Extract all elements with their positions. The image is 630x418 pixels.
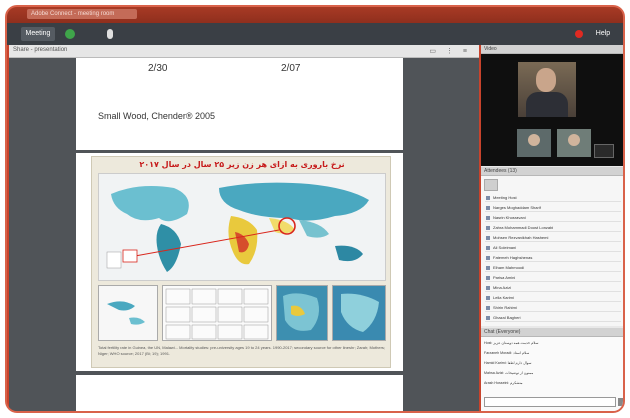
meeting-menu-button[interactable]: Meeting: [21, 27, 55, 41]
webcam-icon[interactable]: [65, 29, 75, 39]
participant-video-2[interactable]: [557, 129, 591, 157]
attendee-item[interactable]: Meeting Host: [485, 194, 621, 202]
attendee-item[interactable]: Elham Mahmoodi: [485, 264, 621, 272]
slide-reference: Small Wood, Chender® 2005: [98, 111, 216, 121]
slide-number-2: 2/07: [281, 63, 301, 74]
inset-map-caribbean: [98, 285, 158, 341]
pod-options-icon[interactable]: ▭ ⋮ ≡: [429, 47, 471, 55]
map-insets: [98, 285, 386, 341]
attendee-item[interactable]: Mohsen Rezvanikhah Hashemi: [485, 234, 621, 242]
video-pod-header: Video: [481, 45, 623, 54]
slide-title: نرخ باروری به ازای هر زن زیر ۲۵ سال در س…: [139, 160, 345, 169]
current-slide: نرخ باروری به ازای هر زن زیر ۲۵ سال در س…: [76, 153, 403, 371]
help-button[interactable]: Help: [593, 27, 613, 41]
chat-message: Arash Hosseini: متشکرم: [484, 381, 523, 385]
attendee-item[interactable]: Ghazal Bagheri: [485, 314, 621, 322]
presenter-body: [526, 92, 568, 117]
attendees-list: Meeting Host Narges Moghaddam Sharif Nas…: [481, 176, 623, 326]
share-pod: Share - presentation ▭ ⋮ ≡ 2/30 2/07 Sma…: [9, 45, 479, 411]
attendee-item[interactable]: Mina Azizi: [485, 284, 621, 292]
world-map-image: [98, 173, 386, 281]
next-slide: [76, 375, 403, 411]
chat-pod: Host: سلام خدمت همه دوستان عزیز Farzaneh…: [481, 337, 623, 411]
app-window: Adobe Connect - meeting room Meeting Hel…: [5, 5, 625, 413]
chat-message: Mahsa Azizi: ممنون از توضیحات: [484, 371, 534, 375]
microphone-icon[interactable]: [107, 29, 113, 39]
participant-face: [528, 134, 540, 146]
participant-video-1[interactable]: [517, 129, 551, 157]
presenter-face: [536, 68, 556, 92]
attendee-item[interactable]: Narges Moghaddam Sharif: [485, 204, 621, 212]
attendee-item[interactable]: Nasrin Khosravani: [485, 214, 621, 222]
attendee-tools-icon[interactable]: [484, 179, 498, 191]
attendee-item[interactable]: Fatemeh Haghshenas: [485, 254, 621, 262]
participant-video-3[interactable]: [594, 144, 614, 158]
right-column: Video Attendees (13) Meeting Host Narges…: [481, 45, 623, 411]
inset-map-grid: [162, 285, 272, 341]
attendee-item[interactable]: Zahra Mohammadi Doost Lonzabi: [485, 224, 621, 232]
record-icon[interactable]: [575, 30, 583, 38]
inset-map-europe: [276, 285, 328, 341]
title-bar: Adobe Connect - meeting room: [7, 7, 623, 23]
attendee-item[interactable]: Leila Karimi: [485, 294, 621, 302]
slide-number-1: 2/30: [148, 63, 168, 74]
slide-caption: Total fertility rate in Guinea, the UN, …: [98, 345, 386, 356]
chat-message: Farzaneh Moradi: سلام استاد: [484, 351, 530, 355]
chat-message: Host: سلام خدمت همه دوستان عزیز: [484, 341, 539, 345]
participant-face: [568, 134, 580, 146]
attendees-pod-header: Attendees (13): [481, 167, 623, 176]
main-toolbar: Meeting Help: [7, 23, 623, 45]
attendee-item[interactable]: Ali Soleimani: [485, 244, 621, 252]
inset-map-asia: [332, 285, 386, 341]
world-map-graphic: [99, 174, 385, 280]
chat-pod-header: Chat (Everyone): [481, 328, 623, 337]
screenshot-frame: Adobe Connect - meeting room Meeting Hel…: [0, 0, 630, 418]
chat-message: Hamid Karimi: سوال دارم لطفا: [484, 361, 532, 365]
chat-input[interactable]: [484, 397, 616, 407]
presenter-video[interactable]: [518, 62, 576, 117]
slide-content: نرخ باروری به ازای هر زن زیر ۲۵ سال در س…: [91, 156, 391, 368]
attendee-item[interactable]: Shirin Rahimi: [485, 304, 621, 312]
share-pod-label: Share - presentation: [13, 47, 68, 53]
send-icon[interactable]: [618, 398, 623, 406]
previous-slide: 2/30 2/07 Small Wood, Chender® 2005: [76, 58, 403, 150]
video-pod: [481, 54, 623, 166]
window-title: Adobe Connect - meeting room: [27, 9, 137, 19]
share-pod-header: Share - presentation ▭ ⋮ ≡: [9, 45, 479, 58]
attendee-item[interactable]: Parisa Amini: [485, 274, 621, 282]
